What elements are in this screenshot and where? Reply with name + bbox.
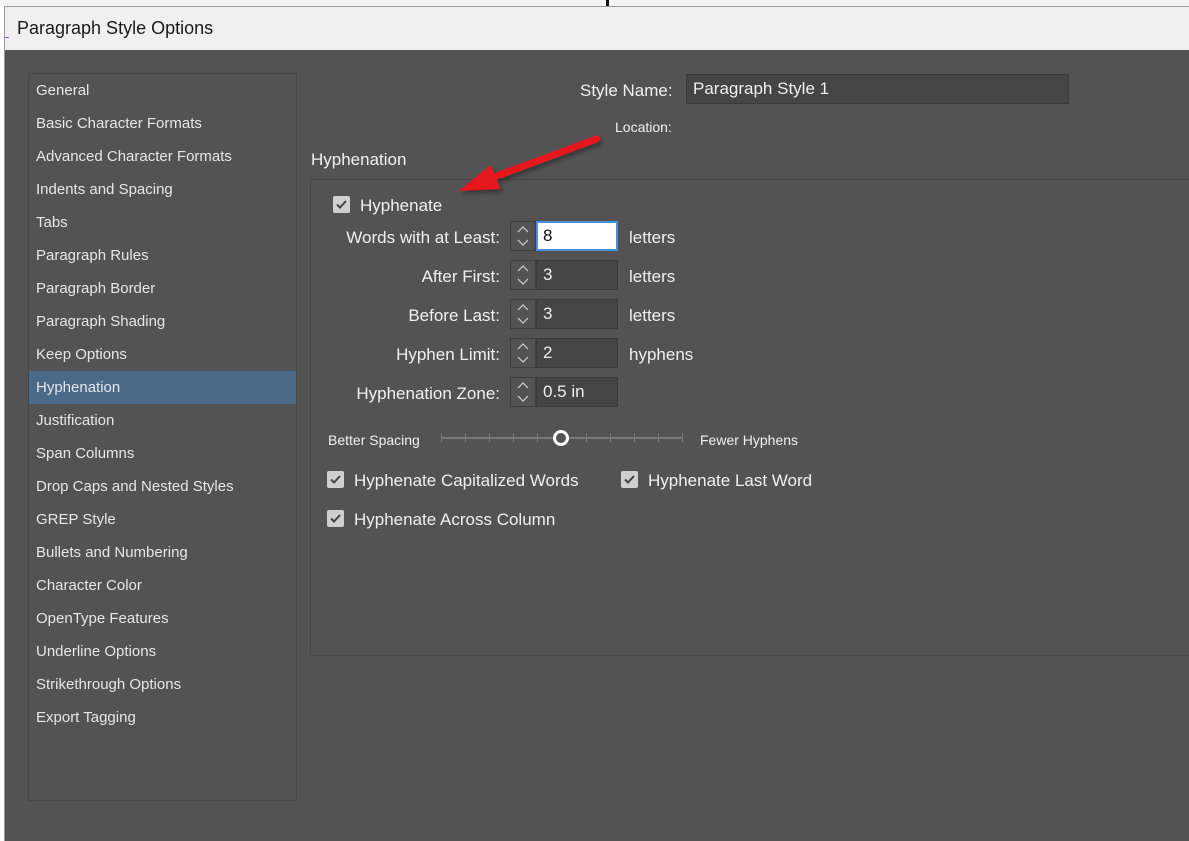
hyphenate-checkbox[interactable] bbox=[333, 196, 350, 213]
before-last-unit: letters bbox=[629, 306, 676, 325]
sidebar-item-paragraph-border[interactable]: Paragraph Border bbox=[29, 272, 296, 305]
words-at-least-unit: letters bbox=[629, 228, 676, 247]
hyphenate-across-column-label: Hyphenate Across Column bbox=[354, 510, 556, 529]
hyphenation-group bbox=[310, 179, 1189, 656]
after-first-input[interactable]: 3 bbox=[536, 260, 618, 290]
chevron-down-icon bbox=[517, 356, 529, 363]
category-list[interactable]: General Basic Character Formats Advanced… bbox=[28, 73, 297, 801]
slider-left-label: Better Spacing bbox=[328, 432, 420, 448]
sidebar-item-underline-options[interactable]: Underline Options bbox=[29, 635, 296, 668]
chevron-up-icon bbox=[517, 382, 529, 389]
hyphenation-zone-label: Hyphenation Zone: bbox=[356, 384, 500, 403]
location-label: Location: bbox=[615, 119, 672, 135]
sidebar-item-drop-caps-and-nested-styles[interactable]: Drop Caps and Nested Styles bbox=[29, 470, 296, 503]
sidebar-item-opentype-features[interactable]: OpenType Features bbox=[29, 602, 296, 635]
spacing-slider-thumb[interactable] bbox=[553, 430, 569, 446]
slider-tick bbox=[465, 433, 466, 442]
hyphenate-label: Hyphenate bbox=[360, 196, 443, 215]
sidebar-item-justification[interactable]: Justification bbox=[29, 404, 296, 437]
sidebar-item-tabs[interactable]: Tabs bbox=[29, 206, 296, 239]
sidebar-item-span-columns[interactable]: Span Columns bbox=[29, 437, 296, 470]
hyphen-limit-unit: hyphens bbox=[629, 345, 694, 364]
hyphenate-last-word-checkbox[interactable] bbox=[621, 471, 638, 488]
chevron-up-icon bbox=[517, 304, 529, 311]
section-title: Hyphenation bbox=[311, 150, 407, 169]
sidebar-item-export-tagging[interactable]: Export Tagging bbox=[29, 701, 296, 734]
slider-tick bbox=[586, 433, 587, 442]
style-name-input[interactable]: Paragraph Style 1 bbox=[686, 74, 1069, 104]
words-at-least-stepper[interactable] bbox=[510, 221, 536, 251]
chevron-down-icon bbox=[517, 395, 529, 402]
slider-tick bbox=[658, 433, 659, 442]
sidebar-item-keep-options[interactable]: Keep Options bbox=[29, 338, 296, 371]
checkmark-icon bbox=[336, 200, 347, 209]
sidebar-item-general[interactable]: General bbox=[29, 74, 296, 107]
hyphen-limit-label: Hyphen Limit: bbox=[396, 345, 500, 364]
sidebar-item-indents-and-spacing[interactable]: Indents and Spacing bbox=[29, 173, 296, 206]
sidebar-item-hyphenation[interactable]: Hyphenation bbox=[29, 371, 296, 404]
chevron-up-icon bbox=[517, 343, 529, 350]
slider-right-label: Fewer Hyphens bbox=[700, 432, 799, 448]
hyphenate-capitalized-checkbox[interactable] bbox=[327, 471, 344, 488]
slider-tick bbox=[634, 433, 635, 442]
sidebar-item-paragraph-shading[interactable]: Paragraph Shading bbox=[29, 305, 296, 338]
chevron-down-icon bbox=[517, 317, 529, 324]
slider-tick bbox=[537, 433, 538, 442]
hyphenate-last-word-label: Hyphenate Last Word bbox=[648, 471, 813, 490]
title-bar[interactable]: Paragraph Style Options bbox=[5, 7, 1189, 50]
words-at-least-label: Words with at Least: bbox=[346, 228, 500, 247]
hyphenate-capitalized-label: Hyphenate Capitalized Words bbox=[354, 471, 579, 490]
sidebar-item-strikethrough-options[interactable]: Strikethrough Options bbox=[29, 668, 296, 701]
chevron-down-icon bbox=[517, 278, 529, 285]
sidebar-item-bullets-and-numbering[interactable]: Bullets and Numbering bbox=[29, 536, 296, 569]
hyphen-limit-stepper[interactable] bbox=[510, 338, 536, 368]
sidebar-item-character-color[interactable]: Character Color bbox=[29, 569, 296, 602]
slider-tick bbox=[682, 433, 683, 442]
dialog-window: Paragraph Style Options General Basic Ch… bbox=[4, 6, 1189, 841]
chevron-down-icon bbox=[517, 239, 529, 246]
slider-tick bbox=[441, 433, 442, 442]
hyphen-limit-input[interactable]: 2 bbox=[536, 338, 618, 368]
sidebar-item-basic-character-formats[interactable]: Basic Character Formats bbox=[29, 107, 296, 140]
after-first-stepper[interactable] bbox=[510, 260, 536, 290]
slider-tick bbox=[513, 433, 514, 442]
sidebar-item-advanced-character-formats[interactable]: Advanced Character Formats bbox=[29, 140, 296, 173]
before-last-input[interactable]: 3 bbox=[536, 299, 618, 329]
hyphenation-zone-stepper[interactable] bbox=[510, 377, 536, 407]
before-last-stepper[interactable] bbox=[510, 299, 536, 329]
hyphenation-zone-input[interactable]: 0.5 in bbox=[536, 377, 618, 407]
chevron-up-icon bbox=[517, 226, 529, 233]
chevron-up-icon bbox=[517, 265, 529, 272]
sidebar-item-paragraph-rules[interactable]: Paragraph Rules bbox=[29, 239, 296, 272]
slider-tick bbox=[610, 433, 611, 442]
sidebar-item-grep-style[interactable]: GREP Style bbox=[29, 503, 296, 536]
slider-tick bbox=[489, 433, 490, 442]
words-at-least-input[interactable]: 8 bbox=[536, 221, 618, 251]
checkmark-icon bbox=[330, 475, 341, 484]
red-arrow-icon bbox=[459, 135, 601, 191]
after-first-unit: letters bbox=[629, 267, 676, 286]
edge-mark bbox=[5, 37, 9, 38]
checkmark-icon bbox=[624, 475, 635, 484]
before-last-label: Before Last: bbox=[408, 306, 500, 325]
after-first-label: After First: bbox=[421, 267, 500, 286]
checkmark-icon bbox=[330, 514, 341, 523]
window-title: Paragraph Style Options bbox=[17, 18, 214, 38]
style-name-label: Style Name: bbox=[580, 81, 673, 100]
hyphenate-across-column-checkbox[interactable] bbox=[327, 510, 344, 527]
